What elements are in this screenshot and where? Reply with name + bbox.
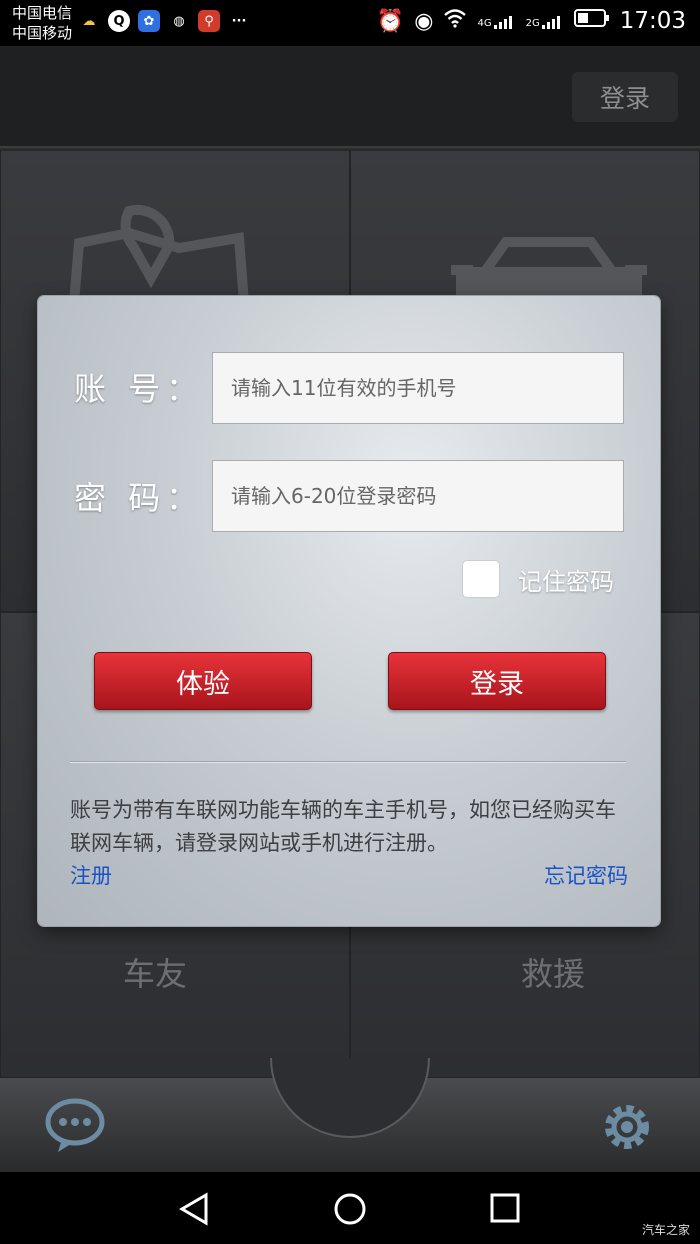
account-info-text: 账号为带有车联网功能车辆的车主手机号，如您已经购买车联网车辆，请登录网站或手机进… <box>70 798 616 855</box>
wechat-icon: ◍ <box>173 13 185 29</box>
qq-icon: Q <box>108 10 130 32</box>
eye-comfort-icon: ◉ <box>414 8 434 34</box>
app-header: 登录 <box>0 46 700 148</box>
remember-password-row[interactable]: 记住密码 <box>462 560 614 598</box>
settings-gear-icon[interactable] <box>598 1098 656 1160</box>
signal-2g-icon: 2G <box>526 13 564 29</box>
recents-icon[interactable] <box>490 1193 520 1227</box>
account-input[interactable] <box>212 352 624 424</box>
alarm-icon: ⏰ <box>376 8 405 34</box>
password-input[interactable] <box>212 460 624 532</box>
bottom-toolbar <box>0 1058 700 1172</box>
tile-friends-label: 车友 <box>122 955 187 993</box>
map-pin-icon <box>68 203 250 308</box>
register-link[interactable]: 注册 <box>70 860 112 890</box>
battery-icon <box>573 8 610 34</box>
more-notifications-icon: ··· <box>231 13 247 29</box>
account-label: 账 号： <box>74 370 205 408</box>
network-2g-label: 2G <box>525 18 540 29</box>
forgot-password-link[interactable]: 忘记密码 <box>544 860 628 890</box>
login-button[interactable]: 登录 <box>388 652 606 710</box>
back-icon[interactable] <box>178 1192 210 1230</box>
divider <box>70 761 626 763</box>
carrier-info: 中国电信 中国移动 <box>12 3 72 43</box>
trial-button[interactable]: 体验 <box>94 652 312 710</box>
header-login-button[interactable]: 登录 <box>572 72 678 122</box>
watermark: 汽车之家 <box>641 1223 690 1237</box>
remember-password-checkbox[interactable] <box>462 560 500 598</box>
password-label: 密 码： <box>74 479 205 517</box>
center-dial <box>270 1058 430 1138</box>
login-dialog: 账 号： 密 码： 记住密码 体验 登录 账号为带有车联网功能车辆的车主手机号，… <box>38 296 660 926</box>
signal-4g-icon: 4G <box>477 13 515 29</box>
wifi-icon <box>443 8 467 34</box>
system-nav-bar: 汽车之家 <box>0 1172 700 1244</box>
home-icon[interactable] <box>333 1192 367 1230</box>
carrier-2: 中国移动 <box>12 24 73 42</box>
tile-rescue-label: 救援 <box>520 955 585 993</box>
bike-app-icon: ⚲ <box>198 10 220 32</box>
baidu-icon: ✿ <box>138 10 160 32</box>
remember-password-label: 记住密码 <box>518 567 614 596</box>
carrier-1: 中国电信 <box>12 4 73 22</box>
notification-icons: ☁ Q ✿ ◍ ⚲ ··· <box>78 10 250 32</box>
status-bar: 中国电信 中国移动 ☁ Q ✿ ◍ ⚲ ··· ⏰ ◉ 4G 2G 17:03 <box>0 0 700 46</box>
network-4g-label: 4G <box>477 18 492 29</box>
weather-icon: ☁ <box>82 13 96 29</box>
clock: 17:03 <box>619 8 686 34</box>
chat-icon[interactable] <box>44 1098 106 1158</box>
status-indicators: ⏰ ◉ 4G 2G 17:03 <box>377 8 686 34</box>
